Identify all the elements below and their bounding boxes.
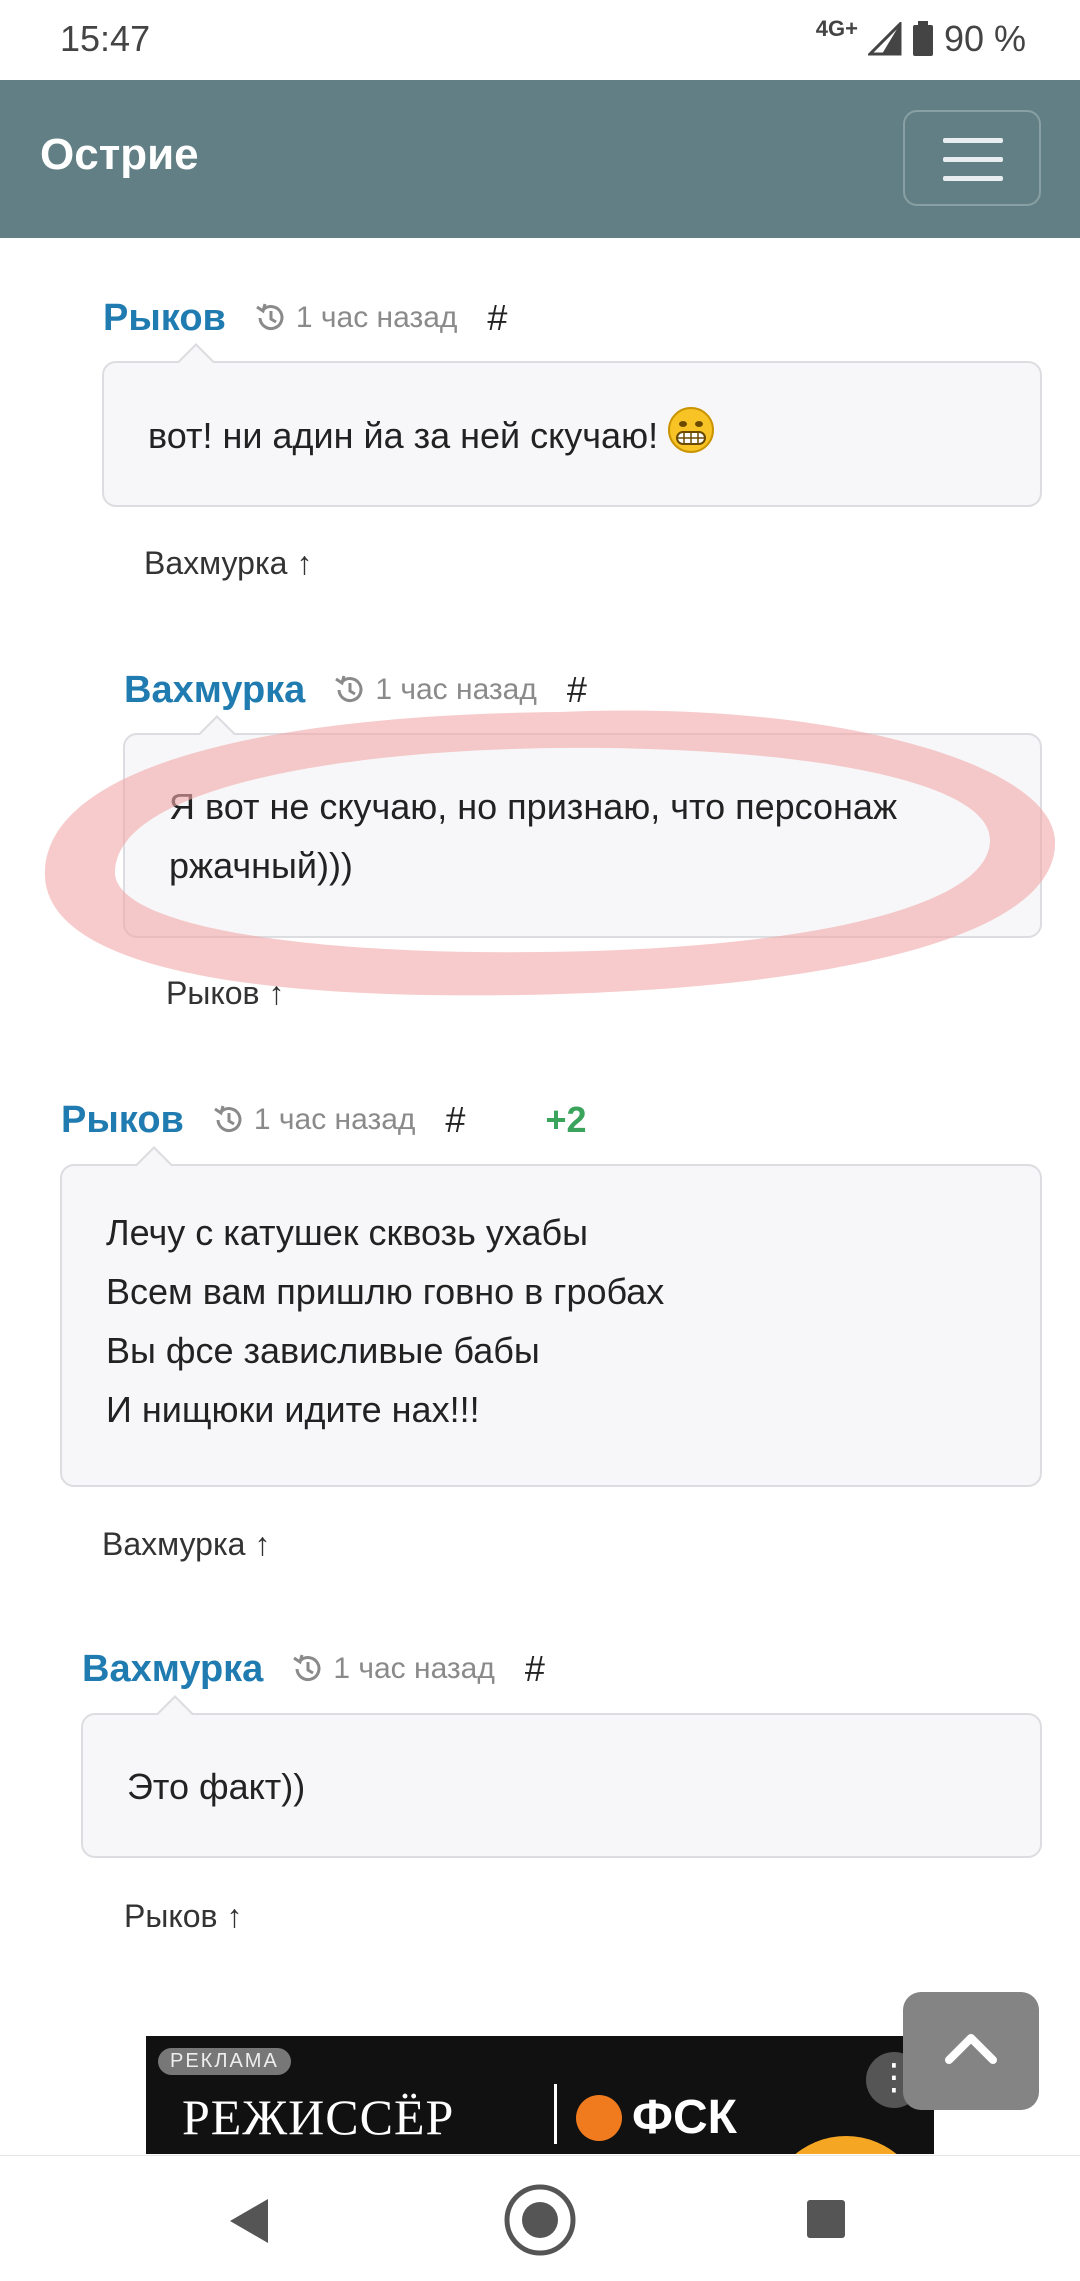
back-icon[interactable]	[226, 2196, 272, 2246]
comment-line: Это факт))	[127, 1766, 306, 1807]
home-icon[interactable]	[503, 2183, 577, 2257]
reply-to-link[interactable]: Вахмурка ↑	[144, 545, 312, 582]
comment-line: вот! ни адин йа за ней скучаю!	[148, 415, 659, 457]
site-brand[interactable]: Острие	[40, 130, 199, 180]
reply-to-link[interactable]: Вахмурка ↑	[102, 1526, 270, 1563]
ad-brand-name: ФСК	[632, 2091, 737, 2144]
grinning-face-emoji	[666, 405, 716, 472]
comment-body: вот! ни адин йа за ней скучаю!	[104, 363, 1040, 472]
comment-time: 1 час назад	[333, 1652, 495, 1685]
ad-graphic	[766, 2136, 926, 2154]
comment-header: Вахмурка 1 час назад #	[82, 1644, 545, 1694]
comment-line: Всем вам пришлю говно в гробах	[106, 1271, 665, 1312]
comment-header: Рыков 1 час назад # +2	[61, 1095, 587, 1145]
comment-bubble: Я вот не скучаю, но признаю, что персона…	[123, 715, 1042, 938]
chevron-up-icon	[945, 2034, 997, 2064]
status-icons: 4G+ 90 %	[815, 16, 1026, 60]
history-icon	[335, 675, 363, 703]
history-icon	[256, 303, 284, 331]
battery-level: 90 %	[943, 18, 1026, 59]
history-icon	[214, 1105, 242, 1133]
recents-icon[interactable]	[806, 2199, 846, 2239]
ad-divider	[554, 2084, 557, 2144]
hamburger-icon	[943, 138, 1003, 143]
comment-anchor-link[interactable]: #	[567, 669, 587, 711]
comment-time: 1 час назад	[375, 673, 537, 706]
comment-bubble: Лечу с катушек сквозь ухабы Всем вам при…	[60, 1146, 1042, 1487]
status-time: 15:47	[60, 18, 151, 59]
comment-anchor-link[interactable]: #	[525, 1648, 545, 1690]
comment-author[interactable]: Вахмурка	[124, 669, 305, 712]
comment-anchor-link[interactable]: #	[487, 297, 507, 339]
comment-body: Это факт))	[83, 1715, 1040, 1816]
hamburger-icon-line	[943, 176, 1003, 181]
comment-author[interactable]: Рыков	[61, 1099, 184, 1142]
comment-author[interactable]: Вахмурка	[82, 1648, 263, 1691]
comment-author[interactable]: Рыков	[103, 297, 226, 340]
comment-body: Я вот не скучаю, но признаю, что персона…	[125, 735, 1040, 895]
hamburger-icon-line	[943, 157, 1003, 162]
network-type: 4G+	[815, 16, 858, 41]
comment-line: ржачный)))	[169, 845, 353, 886]
scroll-to-top-button[interactable]	[903, 1992, 1039, 2110]
signal-icon	[867, 22, 902, 56]
comment-time: 1 час назад	[253, 1103, 416, 1136]
comment-bubble: вот! ни адин йа за ней скучаю!	[102, 343, 1042, 507]
ad-headline: РЕЖИССЁР	[182, 2089, 455, 2145]
history-icon	[293, 1654, 321, 1682]
comment-line: Вы фсе зависливые бабы	[106, 1330, 540, 1371]
ad-label: РЕКЛАМА	[158, 2048, 291, 2075]
comment-score: +2	[545, 1099, 587, 1140]
comment-line: Я вот не скучаю, но признаю, что персона…	[169, 786, 898, 827]
comment-line: И нищюки идите нах!!!	[106, 1389, 480, 1430]
ad-brand: ФСК	[576, 2090, 737, 2145]
ad-banner[interactable]: РЕКЛАМА РЕЖИССЁР ФСК ⋮	[146, 2036, 934, 2154]
comment-time: 1 час назад	[295, 301, 458, 334]
comment-line: Лечу с катушек сквозь ухабы	[106, 1212, 588, 1253]
comment-body: Лечу с катушек сквозь ухабы Всем вам при…	[62, 1166, 1040, 1439]
ad-logo-icon	[576, 2094, 622, 2141]
comment-header: Вахмурка 1 час назад #	[124, 665, 587, 715]
comment-bubble: Это факт))	[81, 1695, 1042, 1858]
status-bar: 15:47 4G+ 90 %	[0, 0, 1080, 80]
reply-to-link[interactable]: Рыков ↑	[124, 1898, 242, 1935]
top-navbar: Острие	[0, 80, 1080, 238]
reply-to-link[interactable]: Рыков ↑	[166, 975, 284, 1012]
battery-icon	[912, 21, 933, 56]
system-nav-bar	[0, 2155, 1080, 2281]
comment-header: Рыков 1 час назад #	[103, 293, 507, 343]
comment-anchor-link[interactable]: #	[445, 1099, 465, 1141]
menu-toggle-button[interactable]	[903, 110, 1041, 206]
